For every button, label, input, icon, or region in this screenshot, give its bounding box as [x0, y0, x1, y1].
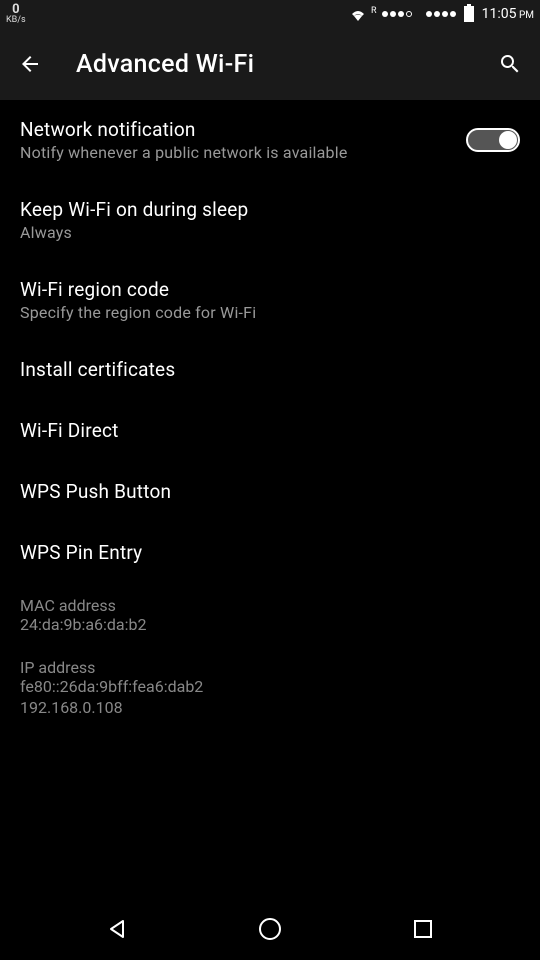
setting-title: WPS Pin Entry [20, 541, 520, 564]
info-value: 24:da:9b:a6:da:b2 [20, 615, 520, 636]
navigation-bar [0, 898, 540, 960]
time-value: 11:05 [482, 6, 517, 22]
nav-back-button[interactable] [102, 914, 132, 944]
search-button[interactable] [496, 50, 524, 78]
status-bar: 0 KB/s R 11:05 PM [0, 0, 540, 28]
app-header: Advanced Wi-Fi [0, 28, 540, 100]
clock: 11:05 PM [482, 6, 534, 22]
nav-recents-button[interactable] [408, 914, 438, 944]
speed-unit: KB/s [6, 16, 26, 25]
nav-home-button[interactable] [255, 914, 285, 944]
setting-title: Network notification [20, 118, 466, 141]
wifi-icon [349, 7, 367, 21]
battery-icon [464, 6, 474, 22]
wifi-direct-item[interactable]: Wi-Fi Direct [0, 401, 540, 462]
mac-address-info: MAC address 24:da:9b:a6:da:b2 [0, 584, 540, 644]
wifi-region-code-item[interactable]: Wi-Fi region code Specify the region cod… [0, 260, 540, 340]
keep-wifi-sleep-item[interactable]: Keep Wi-Fi on during sleep Always [0, 180, 540, 260]
setting-title: Install certificates [20, 358, 520, 381]
back-button[interactable] [16, 50, 44, 78]
signal-2 [426, 11, 456, 17]
ip-address-info: IP address fe80::26da:9bff:fea6:dab2 192… [0, 644, 540, 727]
network-notification-toggle[interactable] [466, 128, 520, 152]
info-value: fe80::26da:9bff:fea6:dab2 [20, 677, 520, 698]
settings-list: Network notification Notify whenever a p… [0, 100, 540, 726]
roaming-indicator: R [371, 6, 377, 16]
info-label: MAC address [20, 596, 520, 615]
setting-subtitle: Notify whenever a public network is avai… [20, 143, 466, 162]
setting-title: WPS Push Button [20, 480, 520, 503]
signal-1 [382, 11, 412, 17]
install-certificates-item[interactable]: Install certificates [0, 340, 540, 401]
page-title: Advanced Wi-Fi [76, 50, 496, 79]
info-label: IP address [20, 658, 520, 677]
setting-subtitle: Always [20, 223, 520, 242]
time-ampm: PM [516, 10, 534, 21]
info-value: 192.168.0.108 [20, 698, 520, 719]
status-right: R 11:05 PM [349, 6, 534, 22]
wps-pin-entry-item[interactable]: WPS Pin Entry [0, 523, 540, 584]
network-notification-item[interactable]: Network notification Notify whenever a p… [0, 100, 540, 180]
wps-push-button-item[interactable]: WPS Push Button [0, 462, 540, 523]
setting-subtitle: Specify the region code for Wi-Fi [20, 303, 520, 322]
network-speed: 0 KB/s [6, 3, 26, 25]
setting-title: Wi-Fi Direct [20, 419, 520, 442]
setting-title: Keep Wi-Fi on during sleep [20, 198, 520, 221]
setting-title: Wi-Fi region code [20, 278, 520, 301]
